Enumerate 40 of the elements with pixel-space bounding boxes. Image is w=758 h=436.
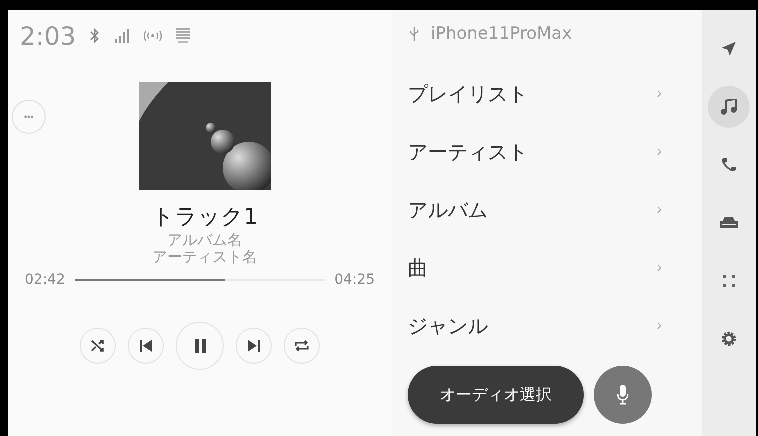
usb-icon [410,27,419,41]
skip-forward-icon [248,340,260,352]
chevron-icon [657,90,662,98]
total-time: 04:25 [334,272,375,288]
repeat-icon [295,340,309,352]
track-title: トラック1 [152,204,258,232]
elapsed-time: 02:42 [25,272,66,288]
navigation-arrow-icon [722,42,736,56]
audio-select-button[interactable]: オーディオ選択 [408,366,584,424]
artist-name: アーティスト名 [152,249,258,266]
chevron-icon [657,148,662,156]
album-name: アルバム名 [168,232,242,249]
previous-track-button[interactable] [128,328,164,364]
microphone-icon [617,385,629,405]
shuffle-icon [91,339,105,353]
wireless-signal-icon [144,30,162,42]
shuffle-button[interactable] [80,328,116,364]
bluetooth-icon [90,28,100,44]
menu-item[interactable]: プレイリスト [408,72,702,116]
menu-item[interactable]: 曲 [408,246,702,290]
pause-button[interactable] [176,322,224,370]
chevron-icon [657,206,662,214]
pause-icon [194,339,206,353]
menu-item[interactable]: アーティスト [408,130,702,174]
music-tab[interactable] [708,86,750,128]
skip-back-icon [140,340,152,352]
next-track-button[interactable] [236,328,272,364]
repeat-button[interactable] [284,328,320,364]
music-note-icon [721,99,737,115]
phone-icon [722,158,736,172]
device-name: iPhone11ProMax [431,24,572,44]
module-status-icon [176,28,190,44]
signal-bars-icon [114,29,130,43]
menu-item[interactable]: アルバム [408,188,702,232]
chevron-icon [657,264,662,272]
chevron-icon [657,322,662,330]
clock-time: 2:03 [20,22,76,50]
menu-item[interactable]: ジャンル [408,304,702,348]
settings-icon [721,331,737,347]
apps-grid-icon [723,275,735,287]
